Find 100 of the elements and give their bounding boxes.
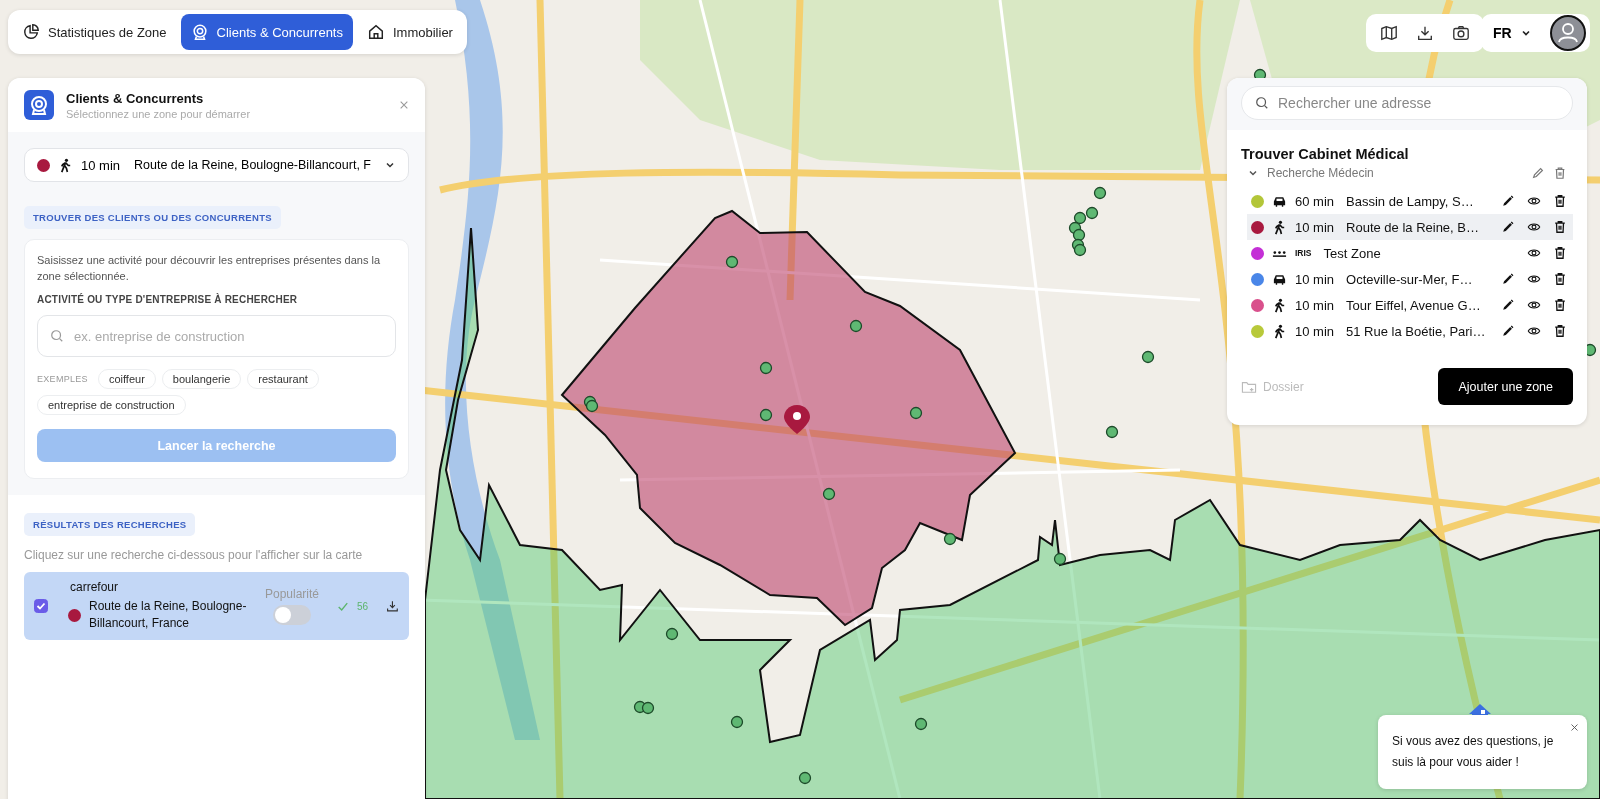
group-name: Recherche Médecin — [1267, 166, 1375, 180]
zone-label: Octeville-sur-Mer, F… — [1346, 271, 1474, 287]
eye-icon[interactable] — [1527, 194, 1541, 208]
pencil-icon[interactable] — [1501, 194, 1515, 208]
download-icon[interactable] — [1416, 24, 1434, 42]
webcam-icon — [190, 23, 209, 41]
walking-person-icon — [58, 157, 73, 173]
pie-chart-icon — [22, 23, 40, 41]
business-marker[interactable] — [1105, 425, 1119, 439]
address-search-field[interactable]: Rechercher une adresse — [1241, 86, 1573, 120]
pencil-icon[interactable] — [1501, 324, 1515, 338]
example-chip[interactable]: entreprise de construction — [37, 395, 186, 415]
business-marker[interactable] — [585, 399, 599, 413]
example-chip[interactable]: boulangerie — [161, 369, 242, 389]
project-title: Trouver Cabinet Médical — [1241, 146, 1410, 162]
close-icon[interactable] — [1570, 723, 1579, 732]
eye-icon[interactable] — [1527, 324, 1541, 338]
business-marker[interactable] — [730, 715, 744, 729]
eye-icon[interactable] — [1527, 220, 1541, 234]
zone-label: Bassin de Lampy, S… — [1346, 193, 1475, 209]
field-label: ACTIVITÉ OU TYPE D'ENTREPRISE À RECHERCHER — [37, 294, 298, 305]
business-marker[interactable] — [822, 487, 836, 501]
trash-icon[interactable] — [1553, 246, 1567, 260]
walking-person-icon — [1272, 323, 1287, 339]
eye-icon[interactable] — [1527, 298, 1541, 312]
business-marker[interactable] — [1072, 228, 1086, 242]
business-marker[interactable] — [759, 361, 773, 375]
walking-person-icon — [1272, 219, 1287, 235]
zone-time: 10 min — [1295, 271, 1335, 287]
zone-row[interactable]: 10 min Octeville-sur-Mer, F… — [1247, 266, 1573, 292]
zone-time: 10 min — [1295, 323, 1335, 339]
trash-icon[interactable] — [1553, 324, 1567, 338]
webcam-icon — [24, 90, 54, 120]
business-marker[interactable] — [914, 717, 928, 731]
download-icon[interactable] — [386, 599, 399, 613]
example-chip[interactable]: restaurant — [247, 369, 319, 389]
example-chip[interactable]: coiffeur — [97, 369, 156, 389]
search-icon — [1255, 96, 1269, 110]
pencil-icon[interactable] — [1501, 272, 1515, 286]
trash-icon[interactable] — [1553, 194, 1567, 208]
zone-row[interactable]: IRIS Test Zone — [1247, 240, 1573, 266]
language-selector[interactable]: FR — [1489, 21, 1536, 45]
description-text: Saisissez une activité pour découvrir les entreprises présentes dans la zone sélectionnée. — [37, 253, 381, 284]
business-marker[interactable] — [1085, 206, 1099, 220]
business-marker[interactable] — [725, 255, 739, 269]
eye-icon[interactable] — [1527, 272, 1541, 286]
trash-icon[interactable] — [1553, 220, 1567, 234]
zone-time: 60 min — [1295, 193, 1335, 209]
pencil-icon[interactable] — [1501, 220, 1515, 234]
business-marker[interactable] — [798, 771, 812, 785]
business-marker[interactable] — [665, 627, 679, 641]
popularity-toggle[interactable] — [273, 605, 311, 625]
examples-label: EXEMPLES — [37, 374, 88, 384]
search-icon — [50, 329, 64, 343]
business-marker[interactable] — [943, 532, 957, 546]
panel-subtitle: Sélectionnez une zone pour démarrer — [66, 107, 252, 120]
business-marker[interactable] — [1073, 211, 1087, 225]
business-marker[interactable] — [641, 701, 655, 715]
nav-tab[interactable]: Clients & Concurrents — [180, 14, 353, 50]
result-item[interactable]: carrefour Route de la Reine, Boulogne-Billancourt, France Popularité 56 — [24, 572, 409, 640]
business-marker[interactable] — [909, 406, 923, 420]
business-marker[interactable] — [1093, 186, 1107, 200]
trash-icon[interactable] — [1553, 298, 1567, 312]
business-marker[interactable] — [1073, 243, 1087, 257]
map-pin-icon — [784, 405, 810, 434]
map-icon[interactable] — [1380, 24, 1398, 42]
popularity-label: Popularité — [265, 587, 320, 601]
house-icon — [367, 23, 385, 41]
nav-tab[interactable]: Immobilier — [357, 14, 463, 50]
chat-message: Si vous avez des questions, je suis là pour vous aider ! — [1392, 733, 1555, 771]
result-name: carrefour — [70, 580, 120, 594]
zone-row[interactable]: 10 min 51 Rue la Boétie, Pari… — [1247, 318, 1573, 344]
zone-dropdown[interactable]: 10 min Route de la Reine, Boulogne-Billancourt, F — [24, 148, 409, 182]
pencil-icon[interactable] — [1501, 298, 1515, 312]
business-marker[interactable] — [849, 319, 863, 333]
result-address: Route de la Reine, Boulogne-Billancourt, France — [89, 598, 248, 632]
zone-time: 10 min — [1295, 297, 1335, 313]
nav-tab[interactable]: Statistiques de Zone — [12, 14, 177, 50]
trash-icon[interactable] — [1553, 272, 1567, 286]
zone-row[interactable]: 10 min Tour Eiffel, Avenue G… — [1247, 292, 1573, 318]
add-zone-button[interactable]: Ajouter une zone — [1438, 368, 1573, 405]
zone-label: Tour Eiffel, Avenue G… — [1346, 297, 1482, 313]
panel-title: Clients & Concurrents — [66, 90, 205, 106]
activity-search-field[interactable]: ex. entreprise de construction — [37, 315, 396, 357]
close-icon[interactable] — [399, 100, 409, 110]
zone-label: 51 Rue la Boétie, Pari… — [1346, 323, 1487, 339]
user-avatar-icon[interactable] — [1549, 15, 1586, 51]
folder-icon — [1241, 379, 1257, 394]
zone-row[interactable]: 60 min Bassin de Lampy, S… — [1247, 188, 1573, 214]
zone-time: IRIS — [1295, 248, 1312, 258]
business-marker[interactable] — [759, 408, 773, 422]
business-marker[interactable] — [1141, 350, 1155, 364]
walking-person-icon — [1272, 297, 1287, 313]
checkbox[interactable] — [34, 599, 48, 613]
business-marker[interactable] — [1053, 552, 1067, 566]
zone-row[interactable]: 10 min Route de la Reine, B… — [1247, 214, 1573, 240]
camera-icon[interactable] — [1452, 24, 1470, 42]
zone-time: 10 min — [1295, 219, 1335, 235]
result-count: 56 — [357, 600, 369, 612]
results-hint: Cliquez sur une recherche ci-dessous pour l'afficher sur la carte — [24, 548, 363, 562]
